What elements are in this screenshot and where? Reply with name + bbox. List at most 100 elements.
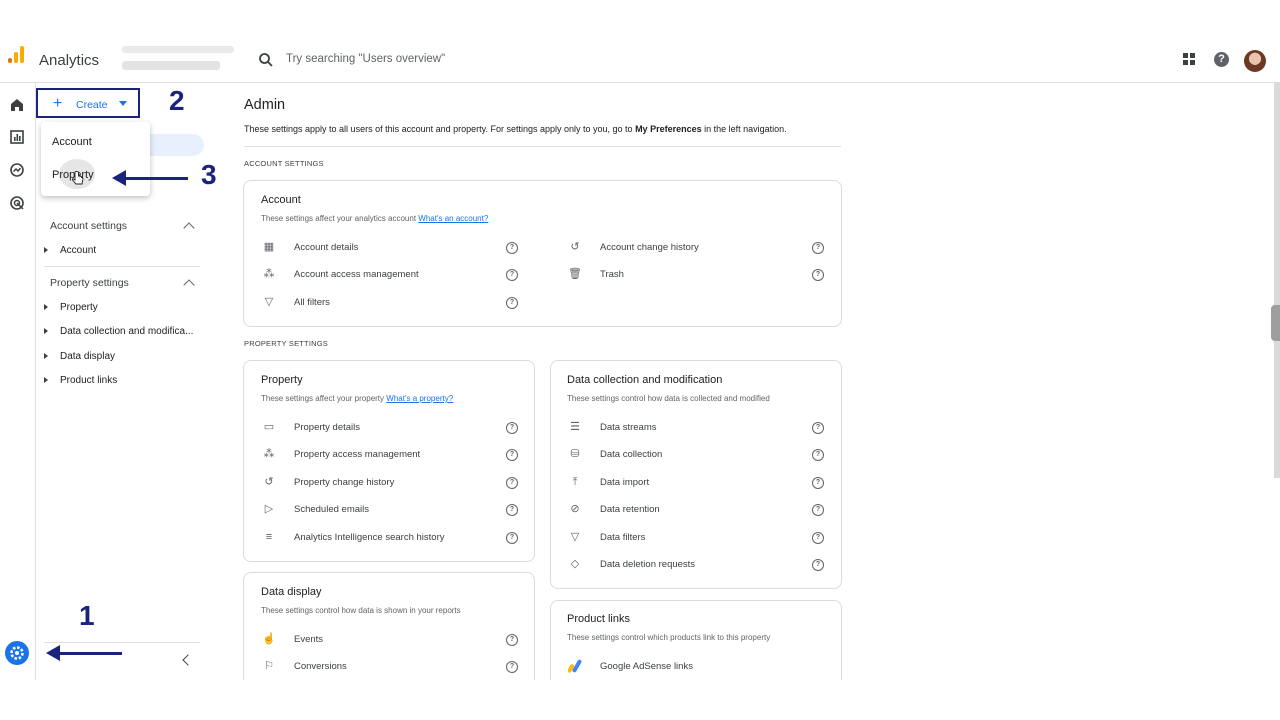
account-card xyxy=(243,180,842,327)
help-icon[interactable]: ? xyxy=(812,477,824,489)
account-card-subtitle: These settings affect your analytics acc… xyxy=(261,214,489,223)
chevron-up-icon[interactable] xyxy=(183,279,195,291)
conversions-link[interactable]: Conversions xyxy=(294,661,347,672)
trash-icon: 🗑 xyxy=(568,268,582,280)
nav-item-account[interactable]: Account xyxy=(60,245,96,256)
annotation-arrow-3 xyxy=(124,177,188,180)
help-icon[interactable]: ? xyxy=(506,661,518,673)
help-icon[interactable]: ? xyxy=(812,504,824,516)
expand-arrow-icon xyxy=(44,328,48,334)
retention-icon: ⊘ xyxy=(570,503,580,515)
adsense-icon xyxy=(568,659,582,673)
annotation-number-2: 2 xyxy=(169,85,185,116)
help-icon[interactable]: ? xyxy=(812,422,824,434)
help-icon[interactable]: ? xyxy=(506,422,518,434)
card-details-icon: ▭ xyxy=(263,421,275,433)
admin-gear-icon[interactable] xyxy=(5,641,29,665)
streams-icon: ☰ xyxy=(570,421,580,433)
annotation-number-3: 3 xyxy=(201,159,217,190)
property-details-link[interactable]: Property details xyxy=(294,422,360,433)
nav-property-settings[interactable]: Property settings xyxy=(50,277,129,289)
account-card-title: Account xyxy=(261,194,301,206)
help-icon[interactable]: ? xyxy=(1214,52,1229,67)
collapse-nav-chevron-icon[interactable] xyxy=(182,654,194,666)
data-filters-link[interactable]: Data filters xyxy=(600,532,645,543)
property-picker-blurred[interactable] xyxy=(122,61,220,70)
help-icon[interactable]: ? xyxy=(812,269,824,281)
bottom-blank-area xyxy=(0,680,1280,720)
side-panel-handle[interactable] xyxy=(1271,305,1280,341)
trash-link[interactable]: Trash xyxy=(600,269,624,280)
whats-an-account-link[interactable]: What's an account? xyxy=(418,214,488,223)
account-details-link[interactable]: Account details xyxy=(294,242,358,253)
home-icon[interactable] xyxy=(8,96,26,114)
help-icon[interactable]: ? xyxy=(506,242,518,254)
property-card-title: Property xyxy=(261,374,303,386)
help-icon[interactable]: ? xyxy=(506,297,518,309)
history-icon: ↺ xyxy=(570,241,580,253)
help-icon[interactable]: ? xyxy=(812,532,824,544)
chevron-up-icon[interactable] xyxy=(183,222,195,234)
help-icon[interactable]: ? xyxy=(506,449,518,461)
property-access-management-link[interactable]: Property access management xyxy=(294,449,420,460)
people-icon: ⁂ xyxy=(263,448,275,460)
nav-item-data-collection[interactable]: Data collection and modifica... xyxy=(60,326,193,337)
data-retention-link[interactable]: Data retention xyxy=(600,504,660,515)
whats-a-property-link[interactable]: What's a property? xyxy=(386,394,453,403)
help-icon[interactable]: ? xyxy=(506,477,518,489)
all-filters-link[interactable]: All filters xyxy=(294,297,330,308)
scrollbar[interactable] xyxy=(1274,82,1280,478)
data-streams-link[interactable]: Data streams xyxy=(600,422,657,433)
google-adsense-links-link[interactable]: Google AdSense links xyxy=(600,661,693,672)
help-icon[interactable]: ? xyxy=(506,532,518,544)
data-collection-link[interactable]: Data collection xyxy=(600,449,662,460)
help-icon[interactable]: ? xyxy=(812,242,824,254)
help-icon[interactable]: ? xyxy=(506,269,518,281)
upload-icon: ⤒ xyxy=(572,476,578,488)
analytics-intelligence-search-history-link[interactable]: Analytics Intelligence search history xyxy=(294,532,445,543)
nav-divider xyxy=(44,266,200,267)
scheduled-email-icon: ▷ xyxy=(264,503,274,515)
nav-account-settings[interactable]: Account settings xyxy=(50,220,127,232)
analytics-logo[interactable] xyxy=(7,44,29,74)
advertising-icon[interactable] xyxy=(8,194,26,212)
help-icon[interactable]: ? xyxy=(506,504,518,516)
explore-icon[interactable] xyxy=(8,161,26,179)
events-link[interactable]: Events xyxy=(294,634,323,645)
rail-divider xyxy=(35,82,36,680)
building-icon: ▦ xyxy=(263,241,275,253)
nav-item-product-links[interactable]: Product links xyxy=(60,375,117,386)
filter-icon: ▽ xyxy=(570,531,580,543)
intro-divider xyxy=(244,146,841,147)
apps-grid-icon[interactable] xyxy=(1182,51,1196,67)
scheduled-emails-link[interactable]: Scheduled emails xyxy=(294,504,369,515)
nav-item-property[interactable]: Property xyxy=(60,302,98,313)
nav-bottom-divider xyxy=(44,642,200,643)
annotation-arrow-1 xyxy=(58,652,122,655)
nav-item-data-display[interactable]: Data display xyxy=(60,351,115,362)
account-picker-blurred[interactable] xyxy=(122,46,234,53)
avatar[interactable] xyxy=(1244,50,1266,72)
filter-icon: ▽ xyxy=(264,296,274,308)
help-icon[interactable]: ? xyxy=(506,634,518,646)
menu-item-account[interactable]: Account xyxy=(52,136,92,148)
account-settings-label: ACCOUNT SETTINGS xyxy=(244,159,324,168)
hand-cursor-icon xyxy=(72,171,84,185)
help-icon[interactable]: ? xyxy=(812,559,824,571)
account-change-history-link[interactable]: Account change history xyxy=(600,242,699,253)
help-icon[interactable]: ? xyxy=(812,449,824,461)
account-access-management-link[interactable]: Account access management xyxy=(294,269,419,280)
search-history-icon: ≡ xyxy=(265,531,273,543)
property-change-history-link[interactable]: Property change history xyxy=(294,477,394,488)
my-preferences-text: My Preferences xyxy=(635,124,702,134)
expand-arrow-icon xyxy=(44,304,48,310)
annotation-highlight-box xyxy=(36,88,140,118)
data-import-link[interactable]: Data import xyxy=(600,477,649,488)
data-deletion-requests-link[interactable]: Data deletion requests xyxy=(600,559,695,570)
reports-icon[interactable] xyxy=(8,128,26,146)
property-card-subtitle: These settings affect your property What… xyxy=(261,394,454,403)
search-input[interactable]: Try searching "Users overview" xyxy=(286,53,445,65)
property-settings-label: PROPERTY SETTINGS xyxy=(244,339,328,348)
search-icon[interactable] xyxy=(258,52,274,68)
data-collection-card-subtitle: These settings control how data is colle… xyxy=(567,394,770,403)
